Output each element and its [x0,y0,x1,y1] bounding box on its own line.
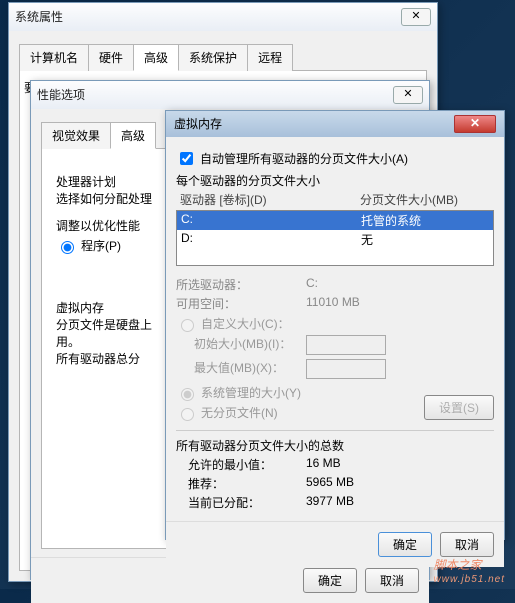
tab-perf-advanced[interactable]: 高级 [110,122,156,149]
vm-titlebar[interactable]: 虚拟内存 ✕ [166,111,504,137]
cur-value: 3977 MB [306,494,354,511]
rec-value: 5965 MB [306,475,354,492]
sel-drive-value: C: [306,276,318,293]
free-space-value: 11010 MB [306,295,360,312]
sysprop-titlebar[interactable]: 系统属性 ✕ [9,3,437,31]
perf-title: 性能选项 [37,81,85,109]
auto-manage-input[interactable] [180,152,193,165]
radio-programs-input[interactable] [61,241,74,254]
tab-hardware[interactable]: 硬件 [88,44,134,71]
free-space-label: 可用空间： [176,295,306,312]
tab-advanced[interactable]: 高级 [133,44,179,71]
cancel-button[interactable]: 取消 [365,568,419,593]
radio-no-paging: 无分页文件(N) [176,404,424,421]
max-size-label: 最大值(MB)(X)： [176,359,306,379]
totals-title: 所有驱动器分页文件大小的总数 [176,437,494,454]
tab-protection[interactable]: 系统保护 [178,44,248,71]
ok-button[interactable]: 确定 [378,532,432,557]
rec-label: 推荐： [176,475,306,492]
perf-titlebar[interactable]: 性能选项 ✕ [31,81,429,109]
list-item[interactable]: D: 无 [177,230,493,249]
vm-title: 虚拟内存 [174,111,222,137]
radio-system-managed: 系统管理的大小(Y) [176,384,424,401]
watermark: 脚本之家 www.jb51.net [434,556,505,585]
sysprop-title: 系统属性 [15,3,63,31]
radio-custom-size: 自定义大小(C)： [176,315,494,332]
set-button: 设置(S) [424,395,494,420]
initial-size-input [306,335,386,355]
initial-size-label: 初始大小(MB)(I)： [176,335,306,355]
list-item[interactable]: C: 托管的系统 [177,211,493,230]
tab-computer-name[interactable]: 计算机名 [19,44,89,71]
close-icon[interactable]: ✕ [454,115,496,133]
tab-remote[interactable]: 远程 [247,44,293,71]
list-header: 驱动器 [卷标](D) 分页文件大小(MB) [176,189,494,210]
cancel-button[interactable]: 取消 [440,532,494,557]
tab-visual-effects[interactable]: 视觉效果 [41,122,111,149]
sel-drive-label: 所选驱动器： [176,276,306,293]
list-title: 每个驱动器的分页文件大小 [176,172,494,189]
max-size-input [306,359,386,379]
drive-list[interactable]: C: 托管的系统 D: 无 [176,210,494,266]
hdr-drive: 驱动器 [卷标](D) [180,191,360,208]
close-icon[interactable]: ✕ [393,86,423,104]
auto-manage-checkbox[interactable]: 自动管理所有驱动器的分页文件大小(A) [176,149,494,168]
min-value: 16 MB [306,456,341,473]
close-icon[interactable]: ✕ [401,8,431,26]
ok-button[interactable]: 确定 [303,568,357,593]
hdr-size: 分页文件大小(MB) [360,191,490,208]
sysprop-tabs: 计算机名 硬件 高级 系统保护 远程 [19,43,427,71]
cur-label: 当前已分配： [176,494,306,511]
virtual-memory-dialog: 虚拟内存 ✕ 自动管理所有驱动器的分页文件大小(A) 每个驱动器的分页文件大小 … [165,110,505,540]
min-label: 允许的最小值： [176,456,306,473]
